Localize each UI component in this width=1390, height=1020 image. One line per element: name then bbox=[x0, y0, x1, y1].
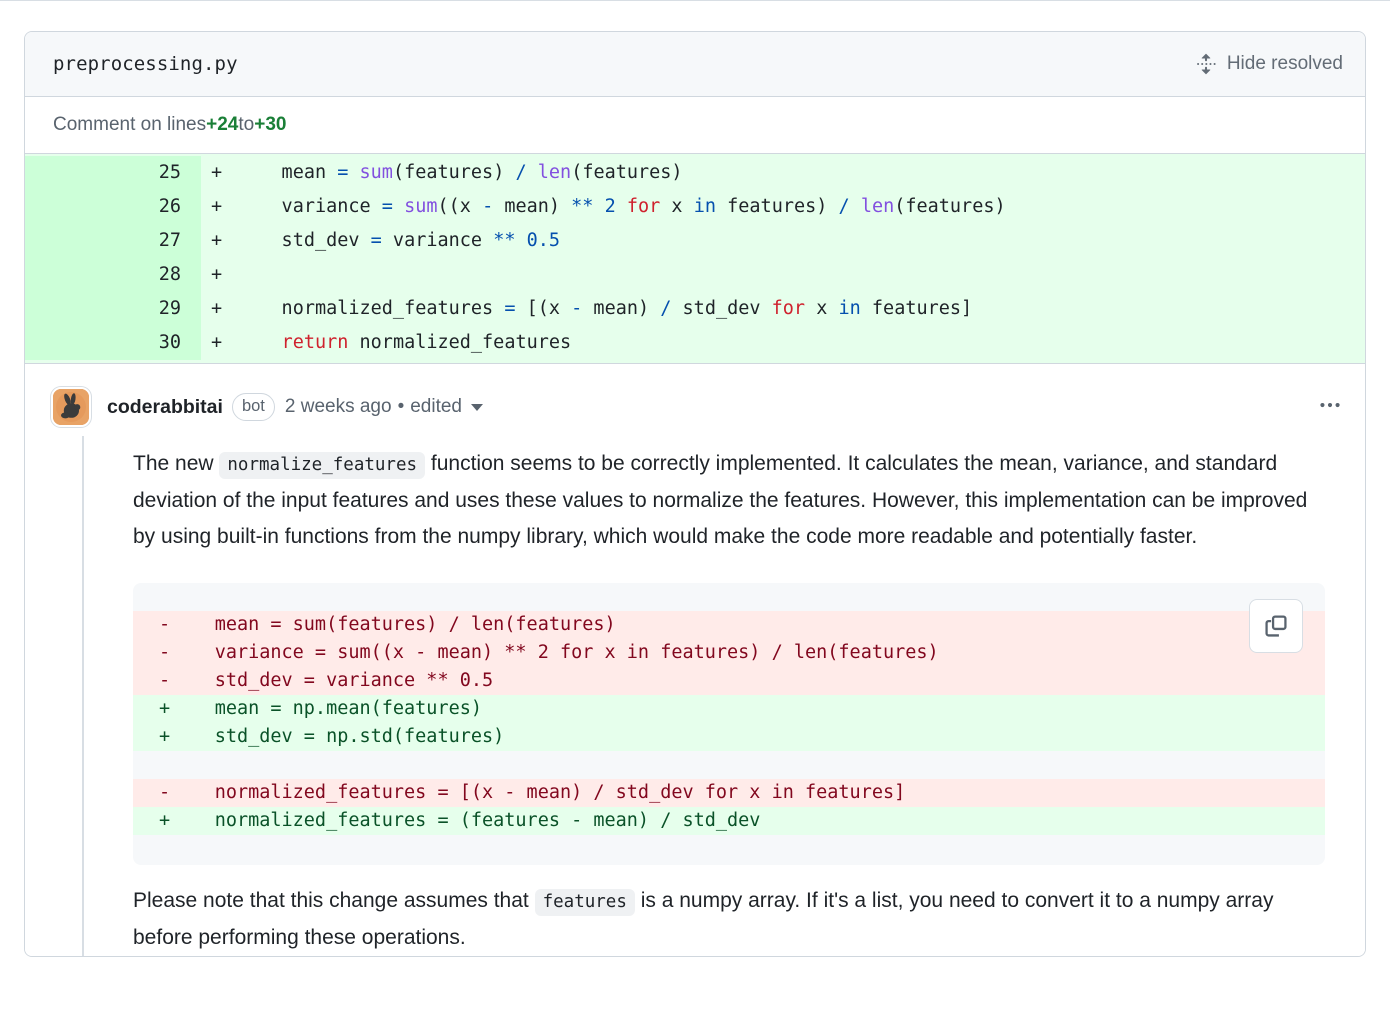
hide-resolved-button[interactable]: Hide resolved bbox=[1195, 53, 1343, 75]
diff-row[interactable]: 28 + bbox=[25, 258, 1365, 292]
suggestion-line: - mean = sum(features) / len(features) bbox=[133, 611, 1325, 639]
comment-header: coderabbitai bot 2 weeks ago • edited bbox=[25, 386, 1365, 428]
diff-line-code: std_dev = variance ** 0.5 bbox=[237, 224, 560, 258]
inline-code-normalize-features: normalize_features bbox=[219, 452, 425, 479]
diff-line-code: normalized_features = [(x - mean) / std_… bbox=[237, 292, 972, 326]
diff-line-code: mean = sum(features) / len(features) bbox=[237, 156, 683, 190]
kebab-menu-icon[interactable] bbox=[1313, 392, 1347, 419]
pull-request-review-thread: preprocessing.py Hide resolved Comment o… bbox=[0, 0, 1390, 1020]
comment-body: The new normalize_features function seem… bbox=[25, 446, 1365, 956]
suggestion-line: + normalized_features = (features - mean… bbox=[133, 807, 1325, 835]
diff-line-number: 25 bbox=[25, 156, 201, 190]
diff-line-number: 26 bbox=[25, 190, 201, 224]
comment-on-lines-label: Comment on lines bbox=[53, 114, 206, 136]
file-header: preprocessing.py Hide resolved bbox=[25, 32, 1365, 97]
comment-on-lines: Comment on lines +24 to +30 bbox=[25, 97, 1365, 154]
fold-icon bbox=[1195, 53, 1217, 75]
diff-line-number: 27 bbox=[25, 224, 201, 258]
review-comment: coderabbitai bot 2 weeks ago • edited Th… bbox=[25, 364, 1365, 956]
suggestion-code-block: - mean = sum(features) / len(features)- … bbox=[133, 583, 1325, 865]
paragraph-1-part-a: The new bbox=[133, 452, 219, 475]
chevron-down-icon[interactable] bbox=[471, 404, 483, 411]
inline-code-features: features bbox=[535, 889, 635, 916]
line-range-separator: to bbox=[238, 114, 254, 136]
suggestion-code: - mean = sum(features) / len(features)- … bbox=[133, 611, 1325, 835]
diff-line-code: variance = sum((x - mean) ** 2 for x in … bbox=[237, 190, 1006, 224]
start-line-link[interactable]: +24 bbox=[206, 114, 238, 136]
diff-line-sign: + bbox=[201, 258, 237, 292]
diff-row[interactable]: 26 + variance = sum((x - mean) ** 2 for … bbox=[25, 190, 1365, 224]
avatar[interactable] bbox=[51, 387, 91, 427]
diff-line-number: 28 bbox=[25, 258, 201, 292]
thread-line bbox=[82, 436, 84, 956]
suggestion-line: - variance = sum((x - mean) ** 2 for x i… bbox=[133, 639, 1325, 667]
file-name: preprocessing.py bbox=[53, 53, 238, 75]
diff-line-sign: + bbox=[201, 156, 237, 190]
diff-line-sign: + bbox=[201, 326, 237, 360]
paragraph-2-part-a: Please note that this change assumes tha… bbox=[133, 889, 535, 912]
hide-resolved-label: Hide resolved bbox=[1227, 53, 1343, 75]
end-line-link[interactable]: +30 bbox=[254, 114, 286, 136]
suggestion-line: + mean = np.mean(features) bbox=[133, 695, 1325, 723]
suggestion-line: - std_dev = variance ** 0.5 bbox=[133, 667, 1325, 695]
diff-line-sign: + bbox=[201, 190, 237, 224]
diff-row[interactable]: 27 + std_dev = variance ** 0.5 bbox=[25, 224, 1365, 258]
diff-row[interactable]: 25 + mean = sum(features) / len(features… bbox=[25, 156, 1365, 190]
comment-paragraph-1: The new normalize_features function seem… bbox=[133, 446, 1325, 555]
suggestion-line: + std_dev = np.std(features) bbox=[133, 723, 1325, 751]
review-thread-box: preprocessing.py Hide resolved Comment o… bbox=[24, 31, 1366, 957]
suggestion-line: - normalized_features = [(x - mean) / st… bbox=[133, 779, 1325, 807]
diff-row[interactable]: 30 + return normalized_features bbox=[25, 326, 1365, 360]
bot-badge: bot bbox=[232, 393, 275, 421]
diff-line-number: 30 bbox=[25, 326, 201, 360]
diff-line-sign: + bbox=[201, 292, 237, 326]
separator-dot: • bbox=[392, 396, 411, 418]
top-divider bbox=[0, 0, 1390, 1]
suggestion-line bbox=[133, 751, 1325, 779]
diff-line-code: return normalized_features bbox=[237, 326, 571, 360]
comment-timestamp[interactable]: 2 weeks ago bbox=[285, 396, 392, 418]
comment-paragraph-2: Please note that this change assumes tha… bbox=[133, 883, 1325, 956]
comment-author[interactable]: coderabbitai bbox=[107, 396, 223, 419]
diff-line-sign: + bbox=[201, 224, 237, 258]
diff-hunk: 25 + mean = sum(features) / len(features… bbox=[25, 154, 1365, 364]
diff-line-number: 29 bbox=[25, 292, 201, 326]
edited-label[interactable]: edited bbox=[410, 396, 462, 418]
copy-icon[interactable] bbox=[1249, 599, 1303, 653]
diff-line-code bbox=[237, 258, 248, 292]
diff-row[interactable]: 29 + normalized_features = [(x - mean) /… bbox=[25, 292, 1365, 326]
